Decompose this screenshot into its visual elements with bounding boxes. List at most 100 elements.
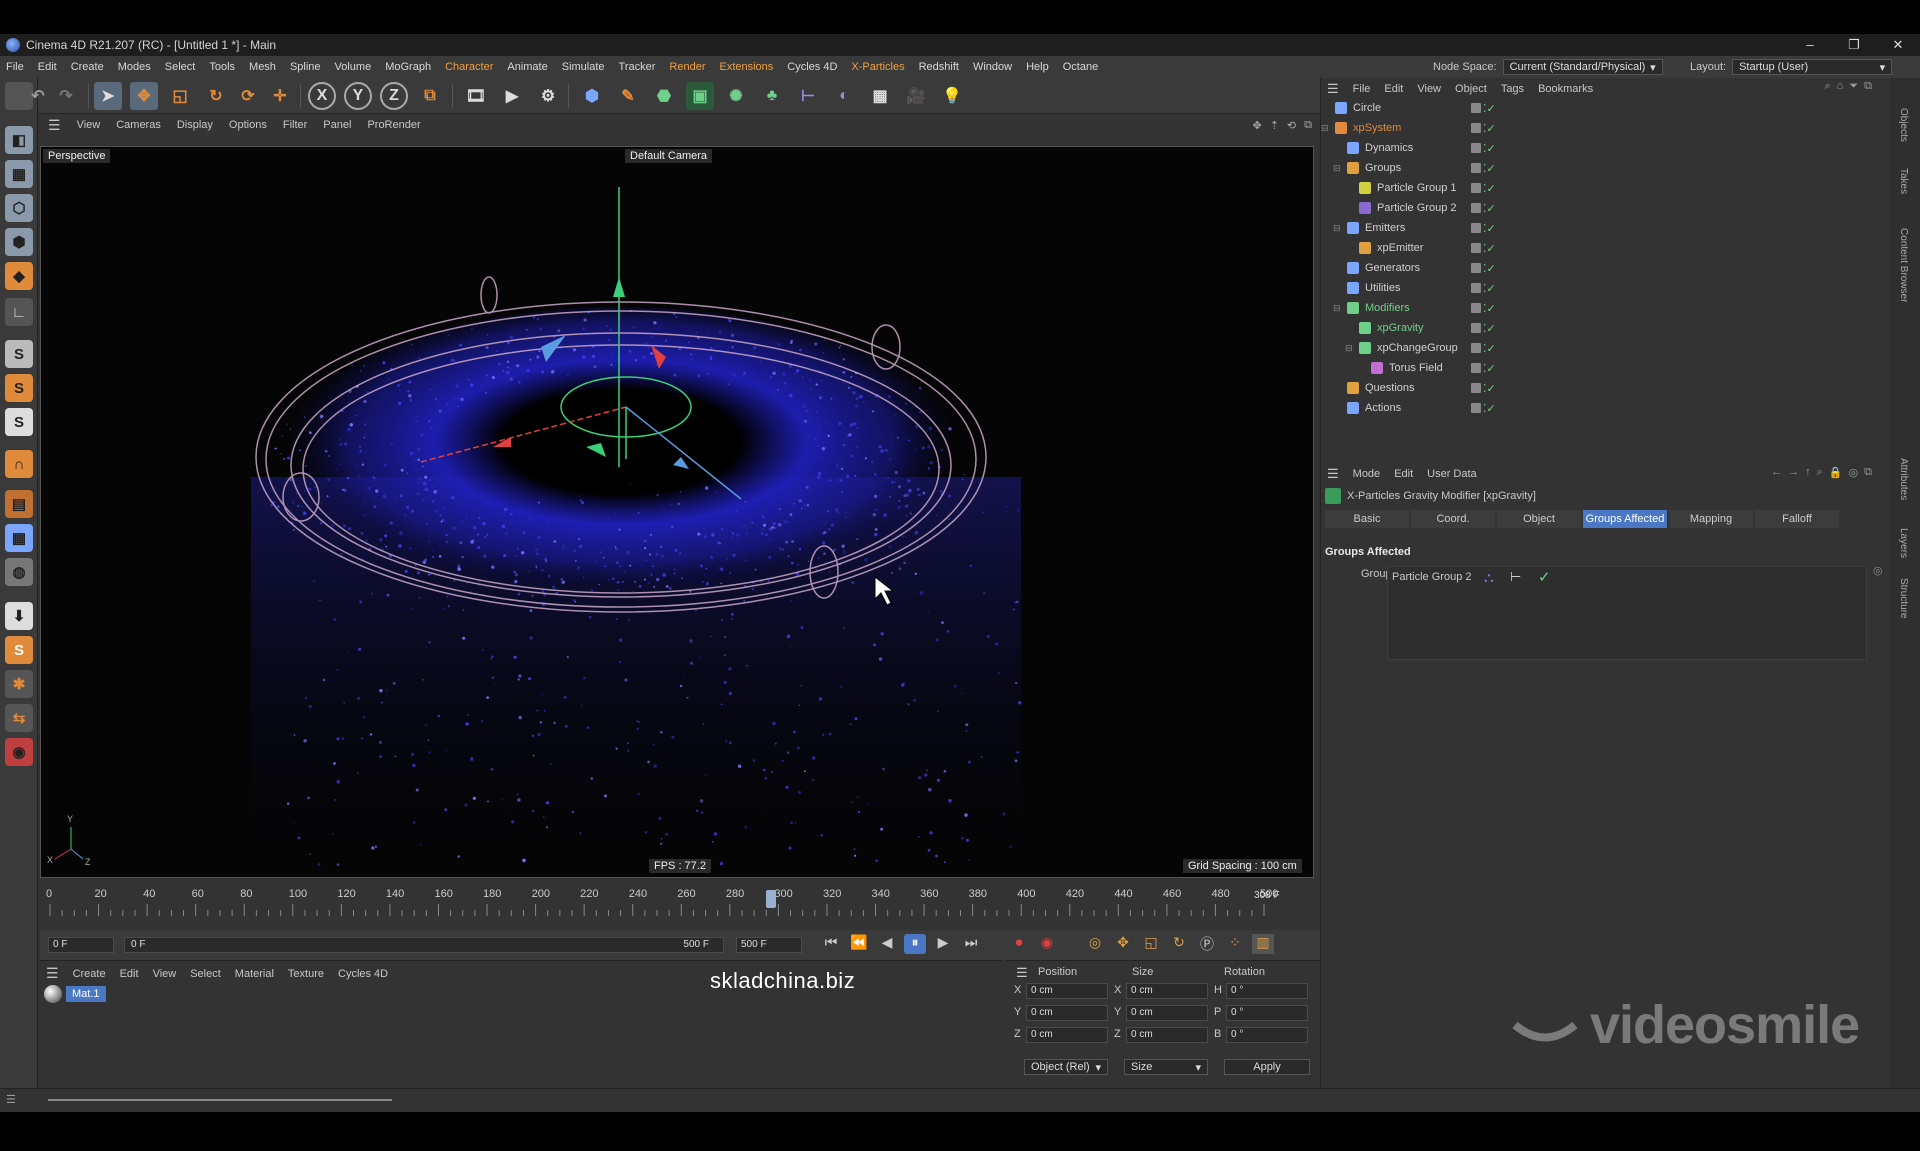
menu-spline[interactable]: Spline <box>290 61 321 73</box>
object-row[interactable]: xpGravity ⁚✓ <box>1321 318 1881 338</box>
tab-groups-affected[interactable]: Groups Affected <box>1583 510 1667 528</box>
minimize-button[interactable]: – <box>1788 34 1832 56</box>
next-frame-icon[interactable]: ▶ <box>932 934 954 954</box>
attr-menu-edit[interactable]: Edit <box>1394 468 1413 480</box>
object-menu-view[interactable]: View <box>1417 83 1441 95</box>
material-menu-texture[interactable]: Texture <box>288 968 324 980</box>
tab-object[interactable]: Object <box>1497 510 1581 528</box>
z-axis-lock-icon[interactable]: Z <box>380 82 408 110</box>
field-icon[interactable]: ◐ <box>830 82 858 110</box>
up-arrow-icon[interactable]: ↑ <box>1805 466 1811 479</box>
side-tab-objects[interactable]: Objects <box>1898 108 1909 142</box>
menu-cycles-4d[interactable]: Cycles 4D <box>787 61 837 73</box>
position-key-icon[interactable]: ✥ <box>1112 934 1134 954</box>
object-row[interactable]: Circle ⁚✓ <box>1321 98 1881 118</box>
y-axis-lock-icon[interactable]: Y <box>344 82 372 110</box>
visibility-toggle[interactable] <box>1471 243 1481 253</box>
polygons-mode-icon[interactable]: ◆ <box>5 262 33 290</box>
previous-key-icon[interactable]: ⏪ <box>848 934 870 954</box>
hamburger-icon[interactable]: ☰ <box>1327 81 1339 97</box>
start-frame-field[interactable]: 0 F <box>48 937 114 953</box>
autokey-icon[interactable]: ◉ <box>1036 934 1058 954</box>
workplane-icon[interactable]: ▦ <box>5 524 33 552</box>
snap-settings-icon[interactable]: S <box>5 374 33 402</box>
menu-volume[interactable]: Volume <box>335 61 372 73</box>
rotate-tool-icon[interactable]: ↻ <box>202 82 230 110</box>
side-tab-content-browser[interactable]: Content Browser <box>1898 228 1909 302</box>
attr-menu-user-data[interactable]: User Data <box>1427 468 1477 480</box>
new-window-icon[interactable]: ⧉ <box>1864 466 1872 479</box>
hamburger-icon[interactable]: ☰ <box>6 1093 16 1106</box>
enabled-checkmark-icon[interactable]: ⁚✓ <box>1483 342 1496 355</box>
render-picture-viewer-icon[interactable]: ▶ <box>498 82 526 110</box>
particle-group-icon[interactable]: ⛬ <box>1484 569 1494 586</box>
paint-icon[interactable]: ◉ <box>5 738 33 766</box>
visibility-toggle[interactable] <box>1471 123 1481 133</box>
cube-icon[interactable]: ⬢ <box>578 82 606 110</box>
enabled-checkmark-icon[interactable]: ⁚✓ <box>1483 362 1496 375</box>
camera-label[interactable]: Default Camera <box>625 149 713 163</box>
apply-button[interactable]: Apply <box>1224 1059 1310 1075</box>
object-menu-tags[interactable]: Tags <box>1501 83 1524 95</box>
rotation-field[interactable]: 0 ° <box>1226 1005 1308 1021</box>
workplane-snap-icon[interactable]: S <box>5 408 33 436</box>
visibility-toggle[interactable] <box>1471 223 1481 233</box>
xyz-lock-icon[interactable]: ⇆ <box>5 704 33 732</box>
light-icon[interactable]: 💡 <box>938 82 966 110</box>
visibility-toggle[interactable] <box>1471 363 1481 373</box>
side-tab-structure[interactable]: Structure <box>1898 578 1909 619</box>
collapse-icon[interactable]: ⊟ <box>1333 223 1341 234</box>
viewport-menu-cameras[interactable]: Cameras <box>116 119 161 131</box>
search-icon[interactable]: ⌕ <box>1817 466 1823 479</box>
floor-icon[interactable]: ▦ <box>866 82 894 110</box>
collapse-icon[interactable]: ⊟ <box>1333 303 1341 314</box>
object-row[interactable]: ⊟ Groups ⁚✓ <box>1321 158 1881 178</box>
menu-file[interactable]: File <box>6 61 24 73</box>
x-axis-lock-icon[interactable]: X <box>308 82 336 110</box>
tab-basic[interactable]: Basic <box>1325 510 1409 528</box>
enabled-checkmark-icon[interactable]: ⁚✓ <box>1483 242 1496 255</box>
redo-icon[interactable]: ↷ <box>52 82 80 110</box>
toggle-view-icon[interactable]: ⧉ <box>1304 119 1312 132</box>
menu-animate[interactable]: Animate <box>507 61 547 73</box>
subdivision-icon[interactable]: ⬣ <box>650 82 678 110</box>
mograph-icon[interactable]: ♣ <box>758 82 786 110</box>
playhead[interactable] <box>766 890 776 908</box>
size-mode-dropdown[interactable]: Size ▾ <box>1124 1059 1208 1075</box>
position-field[interactable]: 0 cm <box>1026 1027 1108 1043</box>
visibility-toggle[interactable] <box>1471 403 1481 413</box>
scale-key-icon[interactable]: ◱ <box>1140 934 1162 954</box>
enabled-checkmark-icon[interactable]: ⁚✓ <box>1483 162 1496 175</box>
menu-modes[interactable]: Modes <box>118 61 151 73</box>
size-field[interactable]: 0 cm <box>1126 983 1208 999</box>
enabled-checkmark-icon[interactable]: ⁚✓ <box>1483 322 1496 335</box>
recent-tools-icon[interactable]: ⟳ <box>234 82 262 110</box>
previous-frame-icon[interactable]: ◀ <box>876 934 898 954</box>
material-menu-edit[interactable]: Edit <box>120 968 139 980</box>
visibility-toggle[interactable] <box>1471 183 1481 193</box>
end-frame-field[interactable]: 500 F <box>736 937 802 953</box>
object-menu-object[interactable]: Object <box>1455 83 1487 95</box>
visibility-toggle[interactable] <box>1471 303 1481 313</box>
close-button[interactable]: ✕ <box>1876 34 1920 56</box>
move-tool-icon[interactable]: ✥ <box>130 82 158 110</box>
object-menu-bookmarks[interactable]: Bookmarks <box>1538 83 1593 95</box>
enabled-checkmark-icon[interactable]: ⁚✓ <box>1483 262 1496 275</box>
target-icon[interactable]: ◎ <box>1849 466 1859 479</box>
menu-mograph[interactable]: MoGraph <box>385 61 431 73</box>
enabled-checkmark-icon[interactable]: ⁚✓ <box>1483 202 1496 215</box>
material-menu-view[interactable]: View <box>153 968 177 980</box>
size-field[interactable]: 0 cm <box>1126 1027 1208 1043</box>
home-icon[interactable]: ⌂ <box>1837 80 1844 93</box>
menu-mesh[interactable]: Mesh <box>249 61 276 73</box>
object-row[interactable]: ⊟ Modifiers ⁚✓ <box>1321 298 1881 318</box>
material-menu-material[interactable]: Material <box>235 968 274 980</box>
live-selection-icon[interactable]: ✛ <box>266 82 294 110</box>
camera-icon[interactable]: 🎥 <box>902 82 930 110</box>
cloner-icon[interactable]: ▣ <box>686 82 714 110</box>
attr-menu-mode[interactable]: Mode <box>1353 468 1381 480</box>
viewport-menu-display[interactable]: Display <box>177 119 213 131</box>
hamburger-icon[interactable]: ☰ <box>1327 466 1339 482</box>
viewport-menu-panel[interactable]: Panel <box>323 119 351 131</box>
3d-viewport[interactable]: Y X Z Perspective Default Camera FPS : 7… <box>40 146 1314 878</box>
